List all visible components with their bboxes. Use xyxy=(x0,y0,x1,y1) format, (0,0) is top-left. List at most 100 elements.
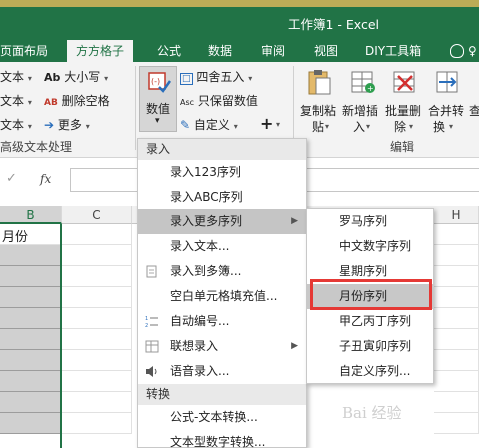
grid-icon xyxy=(145,340,159,353)
clipboard-icon xyxy=(308,70,331,95)
menu-item-abc-sequence[interactable]: 录入ABC序列 xyxy=(138,185,306,210)
group-label-edit: 编辑 xyxy=(390,140,415,154)
menu-item-associative-input[interactable]: 联想录入 ▶ xyxy=(138,334,306,359)
chevron-down-icon: ▾ xyxy=(325,122,330,131)
grid-cell[interactable] xyxy=(62,245,132,266)
tab-diy-toolbox[interactable]: DIY工具箱 xyxy=(365,40,421,62)
lightbulb-icon[interactable] xyxy=(450,44,464,58)
submenu-item-chinese-numbers[interactable]: 中文数字序列 xyxy=(307,234,433,259)
copy-paste-button[interactable]: 复制粘 贴 ▾ xyxy=(298,66,340,136)
chevron-right-icon: ▶ xyxy=(291,216,298,226)
grid-cell[interactable] xyxy=(434,287,479,308)
delete-table-icon xyxy=(393,71,415,93)
ribbon-tabs: 页面布局 方方格子 公式 数据 审阅 视图 DIY工具箱 ♀ xyxy=(0,40,479,62)
insert-table-icon: + xyxy=(351,71,375,93)
round-icon: □ xyxy=(180,73,193,85)
chevron-down-icon[interactable]: ▾ xyxy=(276,120,280,129)
edit-icon: ✎ xyxy=(180,118,191,132)
grid-cell[interactable] xyxy=(62,392,132,413)
merge-icon xyxy=(436,71,458,93)
merge-convert-button[interactable]: 合并转 换 ▾ xyxy=(427,66,469,136)
case-button[interactable]: Ab 大小写 ▾ xyxy=(44,68,108,85)
grid-cell[interactable] xyxy=(62,266,132,287)
chevron-down-icon: ▾ xyxy=(409,122,414,131)
column-header-c[interactable]: C xyxy=(62,206,132,224)
text-button-2[interactable]: 文本 ▾ xyxy=(0,92,32,109)
tab-review[interactable]: 审阅 xyxy=(261,40,285,62)
watermark: Bai 经验 xyxy=(342,404,402,422)
column-header-b[interactable]: B xyxy=(0,206,62,224)
grid-cell[interactable] xyxy=(62,413,132,434)
svg-text:1: 1 xyxy=(145,316,148,322)
grid-cell[interactable] xyxy=(62,224,132,245)
more-button[interactable]: ➔ 更多 ▾ xyxy=(44,116,90,133)
round-button[interactable]: □ 四舍五入 ▾ xyxy=(180,68,252,85)
menu-item-auto-number[interactable]: 12 自动编号... xyxy=(138,309,306,334)
column-header-h[interactable]: H xyxy=(434,206,479,224)
look-button[interactable]: 查 xyxy=(469,66,479,136)
numbered-list-icon: 12 xyxy=(145,316,158,328)
text-button-3[interactable]: 文本 ▾ xyxy=(0,116,32,133)
grid-cell[interactable] xyxy=(434,413,479,434)
document-icon xyxy=(146,265,157,278)
batch-delete-button[interactable]: 批量删 除 ▾ xyxy=(384,66,426,136)
menu-item-text-number[interactable]: 文本型数字转换... xyxy=(138,430,306,448)
menu-item-input-multi-book[interactable]: 录入到多簿... xyxy=(138,259,306,284)
grid-cell[interactable] xyxy=(62,329,132,350)
submenu-item-heavenly-stems[interactable]: 甲乙丙丁序列 xyxy=(307,309,433,334)
menu-item-fill-blank[interactable]: 空白单元格填充值... xyxy=(138,284,306,309)
grid-cell[interactable] xyxy=(434,350,479,371)
grid-cell[interactable] xyxy=(434,392,479,413)
grid-cell[interactable] xyxy=(434,371,479,392)
plus-icon[interactable]: + xyxy=(260,114,273,133)
submenu-item-earthly-branches[interactable]: 子丑寅卯序列 xyxy=(307,334,433,359)
keep-values-icon: Asc xyxy=(180,98,195,107)
tab-page-layout[interactable]: 页面布局 xyxy=(0,40,48,62)
tab-fangfang[interactable]: 方方格子 xyxy=(67,40,134,62)
selection-border xyxy=(0,224,62,448)
submenu-item-roman[interactable]: 罗马序列 xyxy=(307,209,433,234)
keep-values-button[interactable]: Asc 只保留数值 xyxy=(180,92,258,109)
delete-space-icon: AB xyxy=(44,98,58,108)
menu-item-input-text[interactable]: 录入文本... xyxy=(138,234,306,259)
window-title: 工作簿1 - Excel xyxy=(288,17,380,32)
grid-cell[interactable] xyxy=(434,329,479,350)
number-button[interactable]: (-) 数值 ▾ xyxy=(139,66,177,132)
tab-view[interactable]: 视图 xyxy=(314,40,338,62)
highlight-box xyxy=(310,279,432,310)
input-menu: 录入 录入123序列 录入ABC序列 录入更多序列 ▶ 录入文本... 录入到多簿… xyxy=(137,138,307,448)
menu-item-123-sequence[interactable]: 录入123序列 xyxy=(138,160,306,185)
grid-cell[interactable] xyxy=(434,245,479,266)
case-icon: Ab xyxy=(44,71,61,84)
grid-cell[interactable] xyxy=(62,287,132,308)
group-label-text: 高级文本处理 xyxy=(0,140,73,154)
menu-item-formula-text[interactable]: 公式-文本转换... xyxy=(138,405,306,430)
svg-text:2: 2 xyxy=(145,323,148,328)
menu-item-voice-input[interactable]: 语音录入... xyxy=(138,359,306,384)
number-button-label: 数值 xyxy=(146,102,171,116)
check-icon[interactable]: ✓ xyxy=(6,171,17,186)
custom-button[interactable]: ✎ 自定义 ▾ xyxy=(180,116,238,133)
chevron-right-icon: ▶ xyxy=(291,341,298,351)
title-bar: 工作簿1 - Excel xyxy=(0,0,479,40)
text-button-1[interactable]: 文本 ▾ xyxy=(0,68,32,85)
number-format-icon: (-) xyxy=(148,72,171,93)
ribbon-separator xyxy=(135,66,136,150)
menu-section-convert: 转换 xyxy=(138,384,306,405)
grid-cell[interactable] xyxy=(62,308,132,329)
grid-cell[interactable] xyxy=(434,308,479,329)
grid-cell[interactable] xyxy=(62,371,132,392)
submenu-item-custom-sequence[interactable]: 自定义序列... xyxy=(307,359,433,384)
tab-data[interactable]: 数据 xyxy=(208,40,232,62)
arrow-right-icon: ➔ xyxy=(44,118,55,132)
fx-icon[interactable]: fx xyxy=(40,172,51,186)
top-strip xyxy=(0,0,479,7)
menu-section-input: 录入 xyxy=(138,139,306,160)
grid-cell[interactable] xyxy=(434,266,479,287)
grid-cell[interactable] xyxy=(62,350,132,371)
menu-item-more-sequences[interactable]: 录入更多序列 ▶ xyxy=(138,209,306,234)
tab-formulas[interactable]: 公式 xyxy=(157,40,181,62)
grid-cell[interactable] xyxy=(434,224,479,245)
insert-new-button[interactable]: + 新增插 入 ▾ xyxy=(341,66,383,136)
delete-space-button[interactable]: AB 删除空格 xyxy=(44,92,110,109)
